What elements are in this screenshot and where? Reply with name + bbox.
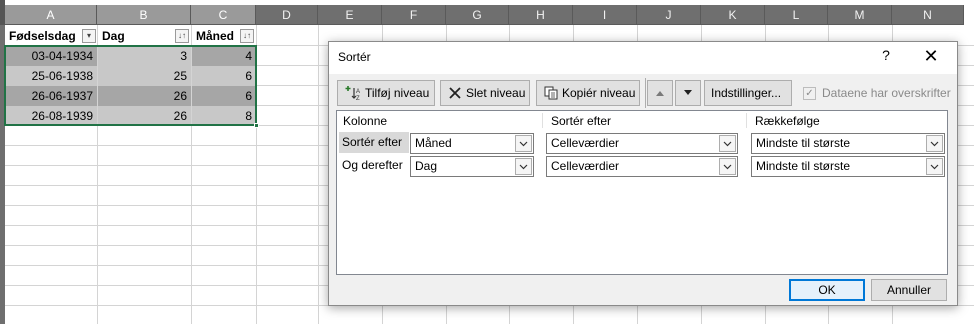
column-header-b[interactable]: B [97,5,191,25]
ok-button[interactable]: OK [789,279,865,301]
copy-level-label: Kopiér niveau [562,86,636,100]
help-button[interactable]: ? [877,47,895,67]
column-header-d[interactable]: D [256,5,318,25]
delete-level-label: Slet niveau [466,86,526,100]
column-header-l[interactable]: L [765,5,828,25]
chevron-down-icon[interactable] [719,158,736,175]
order-select[interactable]: Mindste til største [751,156,945,177]
dialog-title: Sortér [338,50,371,64]
column-select-value: Måned [415,136,452,150]
table-cell[interactable]: 26 [98,106,191,126]
table-cell[interactable]: 25 [98,66,191,86]
table-cell[interactable]: 8 [192,106,256,126]
copy-icon [543,84,559,102]
level-label-sort-by[interactable]: Sortér efter [339,132,409,153]
move-up-button[interactable] [647,80,673,106]
svg-text:A: A [356,89,360,95]
close-button[interactable]: ✕ [919,45,943,69]
sort-on-select-value: Celleværdier [551,136,620,150]
column-select[interactable]: Måned [410,133,534,154]
column-header-g[interactable]: G [446,5,509,25]
sort-on-select[interactable]: Celleværdier [546,133,738,154]
column-header-e[interactable]: E [318,5,382,25]
chevron-down-icon[interactable] [719,135,736,152]
delete-level-button[interactable]: Slet niveau [440,80,530,106]
chevron-down-icon[interactable] [515,135,532,152]
order-select-value: Mindste til største [756,159,851,173]
sort-filter-icon[interactable]: ↓↑ [175,29,189,43]
add-level-icon: AZ [344,84,362,102]
list-header-column: Kolonne [343,114,388,128]
column-header-a[interactable]: A [5,5,97,25]
delete-x-icon [447,84,463,102]
table-cell[interactable]: 4 [192,46,256,66]
column-header-f[interactable]: F [382,5,446,25]
options-button[interactable]: Indstillinger... [704,80,792,106]
arrow-up-icon [655,86,665,100]
checkbox-icon[interactable]: ✓ [803,86,816,100]
table-cell[interactable]: 6 [192,66,256,86]
level-label-then-by[interactable]: Og derefter [339,155,409,176]
toolbar-separator [645,78,646,108]
column-select-value: Dag [415,159,438,173]
arrow-down-icon [683,86,693,100]
add-level-label: Tilføj niveau [365,86,430,100]
column-header-c[interactable]: C [191,5,256,25]
column-header-m[interactable]: M [828,5,892,25]
chevron-down-icon[interactable] [926,135,943,152]
sort-on-select[interactable]: Celleværdier [546,156,738,177]
sort-levels-list: Kolonne Sortér efter Rækkefølge Sortér e… [336,110,948,275]
header-checkbox-label: Dataene har overskrifter [822,86,951,100]
sort-filter-icon[interactable]: ↓↑ [240,29,254,43]
table-cell[interactable]: 03-04-1934 [5,46,97,66]
column-header-i[interactable]: I [573,5,637,25]
move-down-button[interactable] [675,80,701,106]
copy-level-button[interactable]: Kopiér niveau [536,80,640,106]
table-cell[interactable]: 26-06-1937 [5,86,97,106]
column-select[interactable]: Dag [410,156,534,177]
add-level-button[interactable]: AZ Tilføj niveau [337,80,435,106]
sort-on-select-value: Celleværdier [551,159,620,173]
table-cell[interactable]: 25-06-1938 [5,66,97,86]
cancel-button[interactable]: Annuller [871,279,947,301]
filter-dropdown-icon[interactable]: ▾ [82,29,96,43]
order-select-value: Mindste til største [756,136,851,150]
svg-text:Z: Z [356,96,360,102]
table-cell[interactable]: 6 [192,86,256,106]
list-header-order: Rækkefølge [755,114,820,128]
column-header-k[interactable]: K [701,5,765,25]
table-cell[interactable]: 26 [98,86,191,106]
column-header-row: A B C D E F G H I J K L M N [5,5,964,25]
table-cell[interactable]: 3 [98,46,191,66]
column-header-j[interactable]: J [637,5,701,25]
sort-dialog: Sortér ? ✕ AZ Tilføj niveau Slet niveau … [328,41,958,306]
header-checkbox-row[interactable]: ✓ Dataene har overskrifter [803,84,951,102]
list-header-sort-on: Sortér efter [551,114,612,128]
dialog-titlebar[interactable]: Sortér ? ✕ [329,42,957,74]
column-header-n[interactable]: N [892,5,964,25]
chevron-down-icon[interactable] [515,158,532,175]
column-header-h[interactable]: H [509,5,573,25]
options-label: Indstillinger... [711,86,782,100]
order-select[interactable]: Mindste til største [751,133,945,154]
chevron-down-icon[interactable] [926,158,943,175]
table-cell[interactable]: 26-08-1939 [5,106,97,126]
fill-handle[interactable] [254,123,259,128]
